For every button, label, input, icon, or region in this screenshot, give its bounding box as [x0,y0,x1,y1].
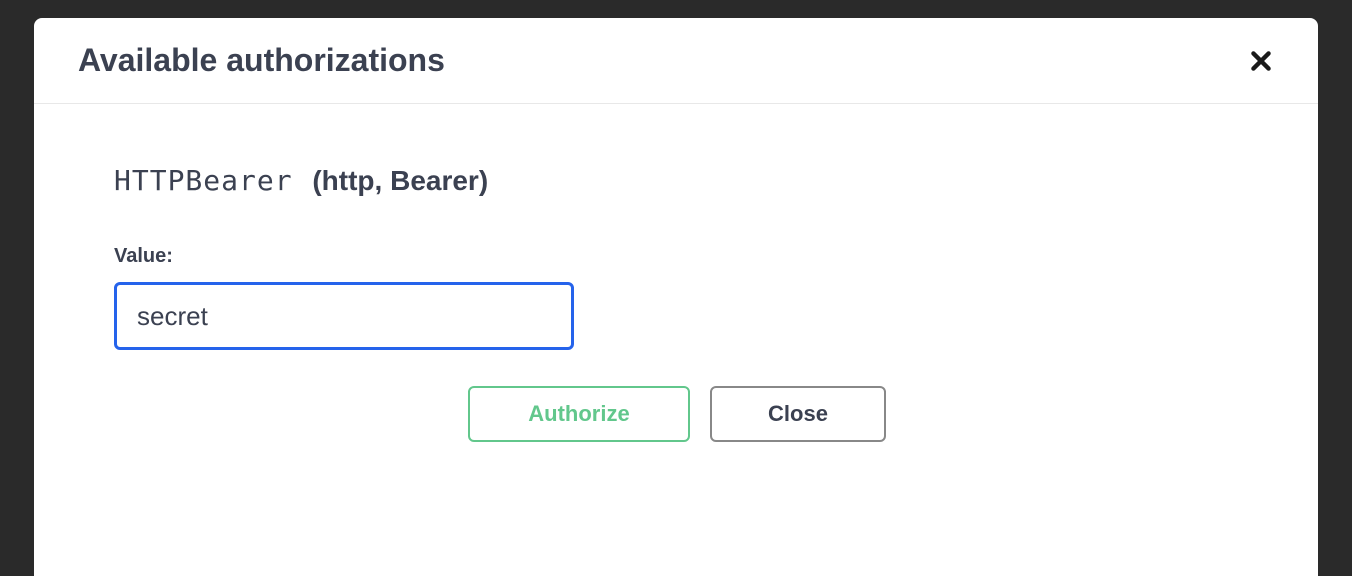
modal-header: Available authorizations [34,18,1318,104]
value-input[interactable] [114,282,574,350]
value-label: Value: [114,245,1238,268]
authorization-modal: Available authorizations HTTPBearer (htt… [34,18,1318,576]
close-icon[interactable] [1244,44,1278,78]
modal-body: HTTPBearer (http, Bearer) Value: Authori… [34,104,1318,482]
scheme-title: HTTPBearer (http, Bearer) [114,164,1238,197]
modal-title: Available authorizations [78,42,445,79]
close-button[interactable]: Close [710,386,886,442]
authorize-button[interactable]: Authorize [468,386,690,442]
scheme-name: HTTPBearer [114,164,293,197]
button-row: Authorize Close [468,386,1238,442]
scheme-type: (http, Bearer) [312,165,488,196]
